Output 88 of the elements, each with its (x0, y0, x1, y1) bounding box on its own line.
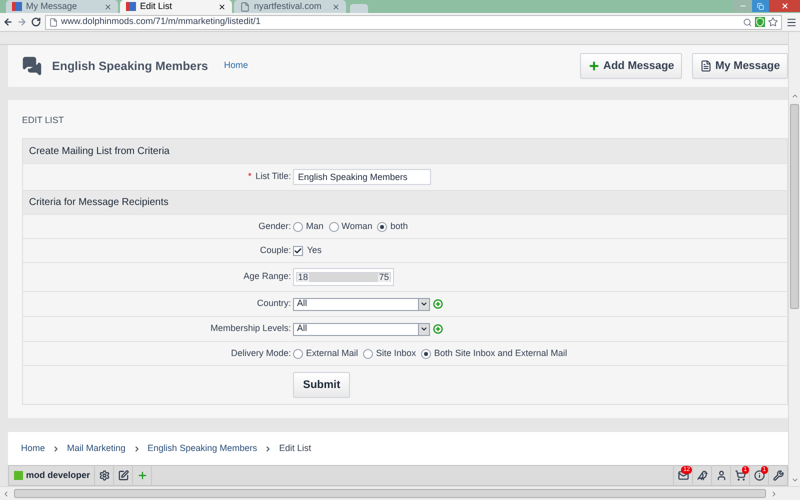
plus-icon (588, 60, 600, 72)
address-bar[interactable]: www.dolphinmods.com/71/m/mmarketing/listedit/1 (45, 14, 782, 30)
field-label: Delivery Mode: (230, 346, 291, 360)
tab-title: nyartfestival.com (254, 2, 323, 11)
tab-title: Edit List (140, 2, 174, 11)
site-favicon-icon (12, 2, 22, 11)
scrollbar-thumb[interactable] (14, 489, 766, 498)
scroll-up-icon[interactable] (790, 92, 798, 100)
tab-title: My Message (26, 2, 78, 11)
radio-label: Site Inbox (376, 346, 416, 360)
range-high-value[interactable]: 75 (378, 272, 390, 282)
close-icon[interactable] (218, 2, 226, 10)
browser-tab[interactable]: Edit List (120, 0, 232, 13)
wrench-icon[interactable] (772, 470, 784, 481)
browser-tab[interactable]: My Message (6, 0, 118, 13)
field-label: List Title: (255, 170, 291, 184)
close-button[interactable] (769, 0, 800, 12)
reload-icon[interactable] (31, 17, 41, 27)
info-icon[interactable] (754, 470, 764, 481)
field-label: Age Range: (243, 270, 291, 284)
document-icon (700, 60, 712, 72)
radio-button[interactable] (377, 222, 388, 232)
radio-button[interactable] (328, 222, 339, 232)
cart-icon[interactable] (734, 470, 746, 481)
restore-icon (757, 2, 764, 10)
breadcrumb-link[interactable]: Mail Marketing (67, 442, 126, 456)
field-label: Membership Levels: (210, 322, 291, 336)
page-title: English Speaking Members (52, 58, 208, 75)
restore-button[interactable] (752, 0, 769, 12)
menu-icon[interactable] (786, 16, 797, 28)
edit-icon[interactable] (118, 470, 129, 481)
radio-label: Man (306, 220, 324, 233)
radio-label: Both Site Inbox and External Mail (434, 346, 568, 360)
section-heading: Create Mailing List from Criteria (29, 144, 170, 158)
section-heading: Criteria for Message Recipients (29, 196, 168, 210)
chevron-icon (264, 444, 272, 452)
required-asterisk: * (248, 170, 252, 184)
field-label: Couple: (260, 244, 291, 257)
checkbox-label: Yes (307, 244, 322, 257)
home-link[interactable]: Home (224, 59, 248, 73)
list-title-field[interactable]: English Speaking Members (293, 169, 431, 185)
url-text: www.dolphinmods.com/71/m/mmarketing/listedit/1 (61, 15, 262, 28)
field-label: Gender: (258, 220, 291, 233)
user-name[interactable]: mod developer (26, 468, 94, 482)
age-range-slider[interactable]: 18 75 (293, 268, 394, 286)
add-circle-icon[interactable] (433, 299, 443, 309)
user-icon[interactable] (716, 470, 726, 481)
chat-bubbles-icon (22, 56, 42, 76)
scroll-right-icon[interactable] (770, 490, 778, 498)
radio-button[interactable] (421, 348, 432, 358)
breadcrumb-link[interactable]: English Speaking Members (148, 442, 258, 456)
radio-button[interactable] (293, 222, 303, 232)
bookmark-star-icon[interactable] (768, 17, 778, 27)
radio-label: Woman (342, 220, 372, 233)
panel-title: EDIT LIST (22, 114, 65, 127)
browser-tab[interactable]: nyartfestival.com (234, 0, 346, 13)
status-square-icon (14, 471, 23, 480)
bird-icon[interactable] (696, 470, 708, 481)
current-page-label: Edit List (279, 442, 312, 455)
range-low-value[interactable]: 18 (297, 272, 310, 282)
checkbox[interactable] (293, 246, 303, 256)
my-message-button[interactable]: My Message (692, 53, 788, 79)
radio-button[interactable] (293, 348, 303, 358)
chevron-icon (132, 444, 141, 452)
scroll-left-icon[interactable] (2, 490, 10, 498)
dropdown[interactable]: All (293, 298, 430, 310)
shield-icon[interactable] (755, 17, 765, 27)
page-icon (49, 18, 58, 26)
site-favicon-icon (126, 2, 136, 11)
radio-button[interactable] (363, 348, 374, 358)
search-icon[interactable] (743, 18, 752, 26)
mail-icon[interactable] (678, 470, 688, 481)
field-label: Country: (256, 297, 291, 310)
submit-button[interactable]: Submit (293, 372, 350, 398)
back-icon[interactable] (3, 17, 13, 27)
add-circle-icon[interactable] (433, 324, 443, 334)
settings-icon[interactable] (98, 470, 110, 481)
radio-label: both (390, 220, 408, 233)
scroll-down-icon[interactable] (790, 476, 798, 484)
page-icon (240, 2, 250, 12)
add-message-button[interactable]: Add Message (580, 53, 682, 79)
scrollbar-thumb[interactable] (790, 104, 799, 309)
chevron-icon (52, 444, 60, 452)
close-icon (780, 2, 788, 10)
plus-icon[interactable] (136, 470, 148, 481)
radio-label: External Mail (306, 346, 358, 360)
dropdown[interactable]: All (293, 322, 430, 336)
breadcrumb-link[interactable]: Home (21, 442, 46, 456)
